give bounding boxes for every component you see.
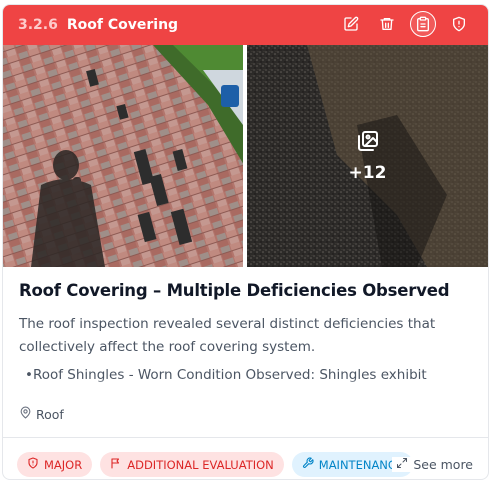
section-number: 3.2.6	[18, 17, 58, 33]
see-more-link[interactable]: See more	[392, 457, 473, 472]
tag-major[interactable]: MAJOR	[17, 452, 93, 477]
shield-alert-icon	[27, 457, 39, 472]
tag-additional-evaluation[interactable]: ADDITIONAL EVALUATION	[100, 452, 284, 477]
bullet-text: Roof Shingles - Worn Condition Observed:…	[32, 367, 444, 390]
defect-description: The roof inspection revealed several dis…	[19, 316, 436, 355]
see-more-label: See more	[413, 457, 473, 472]
defect-card[interactable]: 3.2.6 Roof Covering +12 Roof Covering – …	[2, 4, 489, 480]
tag-label: MAINTENANCE	[318, 457, 404, 472]
clipboard-icon[interactable]	[410, 11, 436, 37]
edit-icon[interactable]	[338, 11, 364, 37]
map-pin-icon	[19, 406, 32, 422]
location: Roof	[19, 406, 64, 422]
more-photos-count: +12	[348, 163, 387, 183]
list-item: • Roof Shingles - Worn Condition Observe…	[19, 364, 474, 390]
shield-alert-icon[interactable]	[446, 11, 472, 37]
more-photos-overlay[interactable]: +12	[247, 45, 488, 267]
roof-photo-main[interactable]	[3, 45, 243, 267]
tag-list: MAJOR ADDITIONAL EVALUATION MAINTENANCE	[17, 452, 414, 477]
card-body: Roof Covering – Multiple Deficiencies Ob…	[19, 281, 474, 390]
tag-label: ADDITIONAL EVALUATION	[127, 457, 274, 472]
flag-icon	[110, 457, 122, 472]
card-header: 3.2.6 Roof Covering	[3, 5, 488, 45]
header-actions	[338, 11, 472, 37]
defect-bullet-list: • Roof Shingles - Worn Condition Observe…	[19, 364, 474, 390]
defect-title: Roof Covering – Multiple Deficiencies Ob…	[19, 281, 450, 300]
card-footer: MAJOR ADDITIONAL EVALUATION MAINTENANCE	[3, 437, 488, 479]
section-title: Roof Covering	[66, 17, 179, 33]
location-label: Roof	[36, 406, 64, 422]
photo-gallery: +12	[3, 45, 488, 267]
trash-icon[interactable]	[374, 11, 400, 37]
wrench-icon	[302, 457, 314, 472]
image-gallery-icon	[356, 129, 380, 153]
roof-photo-more[interactable]: +12	[247, 45, 488, 267]
expand-icon	[396, 457, 408, 472]
tag-label: MAJOR	[44, 457, 83, 472]
